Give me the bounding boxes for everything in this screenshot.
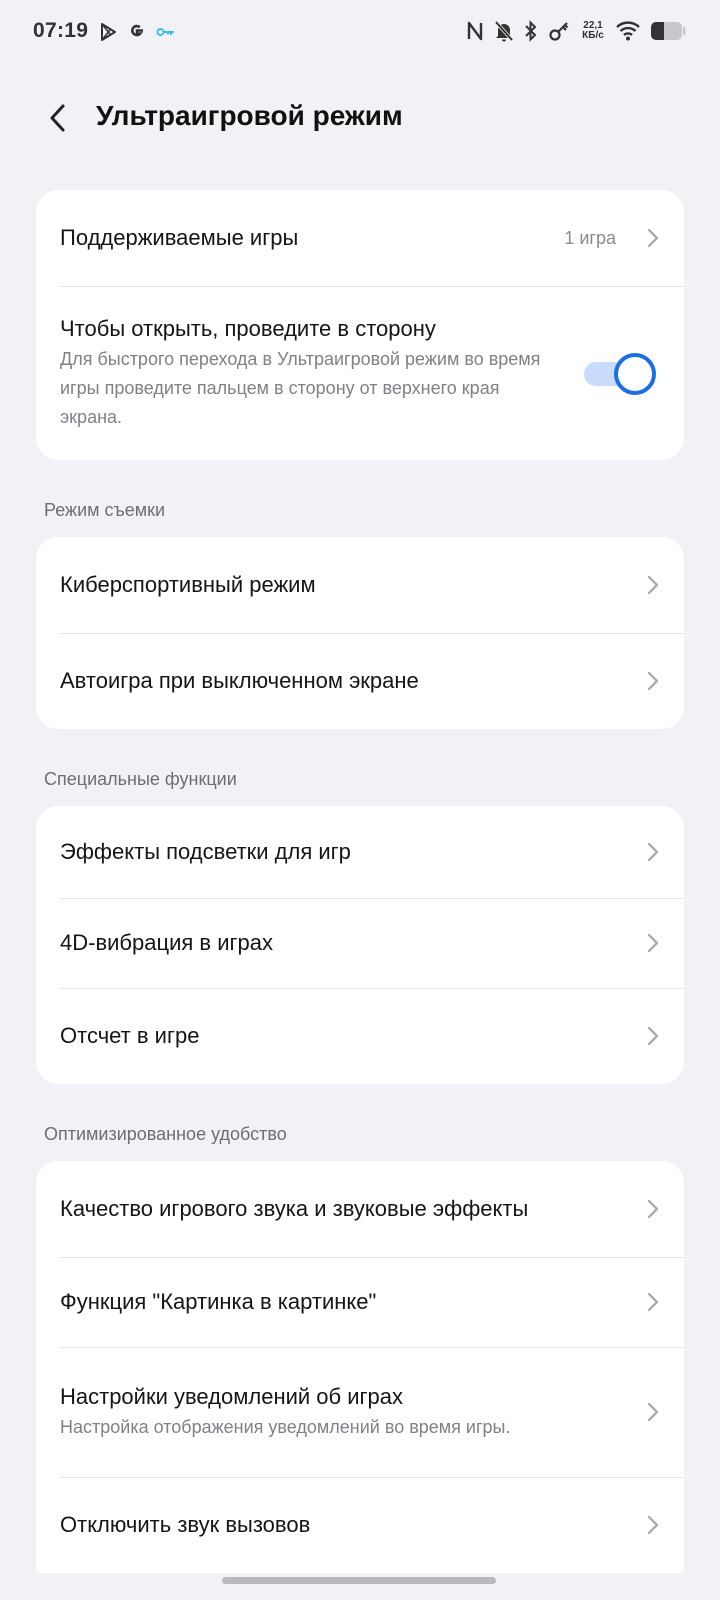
network-speed: 22,1 КБ/с: [580, 21, 606, 41]
game-sound-row[interactable]: Качество игрового звука и звуковые эффек…: [36, 1161, 684, 1257]
autoplay-screen-off-label: Автоигра при выключенном экране: [60, 668, 419, 693]
section-label-optimized: Оптимизированное удобство: [44, 1124, 287, 1144]
app-header: Ультраигровой режим: [0, 88, 720, 148]
autoplay-screen-off-row[interactable]: Автоигра при выключенном экране: [36, 633, 684, 729]
game-notifications-row[interactable]: Настройки уведомлений об играх Настройка…: [36, 1347, 684, 1477]
key-icon: [156, 28, 174, 36]
vibration-4d-label: 4D-вибрация в играх: [60, 930, 273, 955]
lighting-effects-label: Эффекты подсветки для игр: [60, 839, 351, 864]
battery-icon: [651, 22, 686, 40]
game-countdown-label: Отсчет в игре: [60, 1023, 200, 1048]
home-indicator[interactable]: [222, 1577, 496, 1584]
google-icon: [131, 24, 144, 37]
nfc-icon: [467, 21, 483, 41]
chevron-right-icon: [647, 1199, 659, 1219]
bell-off-icon: [494, 20, 514, 42]
page-title: Ультраигровой режим: [96, 100, 403, 131]
chevron-right-icon: [647, 228, 659, 248]
lighting-effects-row[interactable]: Эффекты подсветки для игр: [36, 806, 684, 898]
swipe-open-description: Для быстрого перехода в Ультраигровой ре…: [60, 348, 541, 427]
game-notifications-label: Настройки уведомлений об играх: [60, 1383, 404, 1409]
network-speed-unit: КБ/с: [582, 30, 604, 41]
vibration-4d-row[interactable]: 4D-вибрация в играх: [36, 898, 684, 988]
game-notifications-description: Настройка отображения уведомлений во вре…: [60, 1416, 511, 1437]
esports-mode-row[interactable]: Киберспортивный режим: [36, 537, 684, 633]
status-bar: 07:19 22,1 КБ/с: [0, 0, 720, 68]
swipe-open-title: Чтобы открыть, проведите в сторону: [60, 315, 436, 341]
picture-in-picture-label: Функция "Картинка в картинке": [60, 1289, 377, 1314]
wifi-icon: [616, 21, 640, 41]
chevron-right-icon: [647, 1292, 659, 1312]
mute-calls-row[interactable]: Отключить звук вызовов: [36, 1477, 684, 1573]
chevron-right-icon: [647, 1515, 659, 1535]
mute-calls-label: Отключить звук вызовов: [60, 1512, 311, 1537]
main-settings-card: Поддерживаемые игры 1 игра Чтобы открыть…: [36, 190, 684, 460]
section-label-special: Специальные функции: [44, 769, 237, 789]
swipe-open-row[interactable]: Чтобы открыть, проведите в сторону Для б…: [36, 286, 684, 460]
status-left-icons: [98, 22, 176, 42]
picture-in-picture-row[interactable]: Функция "Картинка в картинке": [36, 1257, 684, 1347]
chevron-right-icon: [647, 933, 659, 953]
chevron-right-icon: [647, 671, 659, 691]
bluetooth-icon: [525, 20, 537, 42]
supported-games-count: 1 игра: [564, 227, 616, 248]
section-label-shooting: Режим съемки: [44, 500, 166, 520]
optimized-card: Качество игрового звука и звуковые эффек…: [36, 1161, 684, 1573]
chevron-right-icon: [647, 842, 659, 862]
settings-content: Поддерживаемые игры 1 игра Чтобы открыть…: [36, 190, 684, 1573]
special-card: Эффекты подсветки для игр 4D-вибрация в …: [36, 806, 684, 1084]
status-right-icons: 22,1 КБ/с: [466, 20, 686, 42]
key-link-icon: [549, 22, 569, 41]
chevron-right-icon: [647, 1402, 659, 1422]
game-sound-label: Качество игрового звука и звуковые эффек…: [60, 1196, 529, 1221]
supported-games-row[interactable]: Поддерживаемые игры 1 игра: [36, 190, 684, 286]
chevron-left-icon: [50, 104, 65, 132]
toggle-knob: [614, 353, 656, 395]
chevron-right-icon: [647, 1026, 659, 1046]
play-store-icon: [101, 23, 116, 41]
chevron-right-icon: [647, 575, 659, 595]
back-button[interactable]: [36, 96, 80, 140]
supported-games-label: Поддерживаемые игры: [60, 225, 299, 250]
shooting-card: Киберспортивный режим Автоигра при выклю…: [36, 537, 684, 729]
game-countdown-row[interactable]: Отсчет в игре: [36, 988, 684, 1084]
esports-mode-label: Киберспортивный режим: [60, 572, 316, 597]
swipe-open-toggle[interactable]: [584, 353, 656, 395]
status-time: 07:19: [33, 19, 89, 42]
